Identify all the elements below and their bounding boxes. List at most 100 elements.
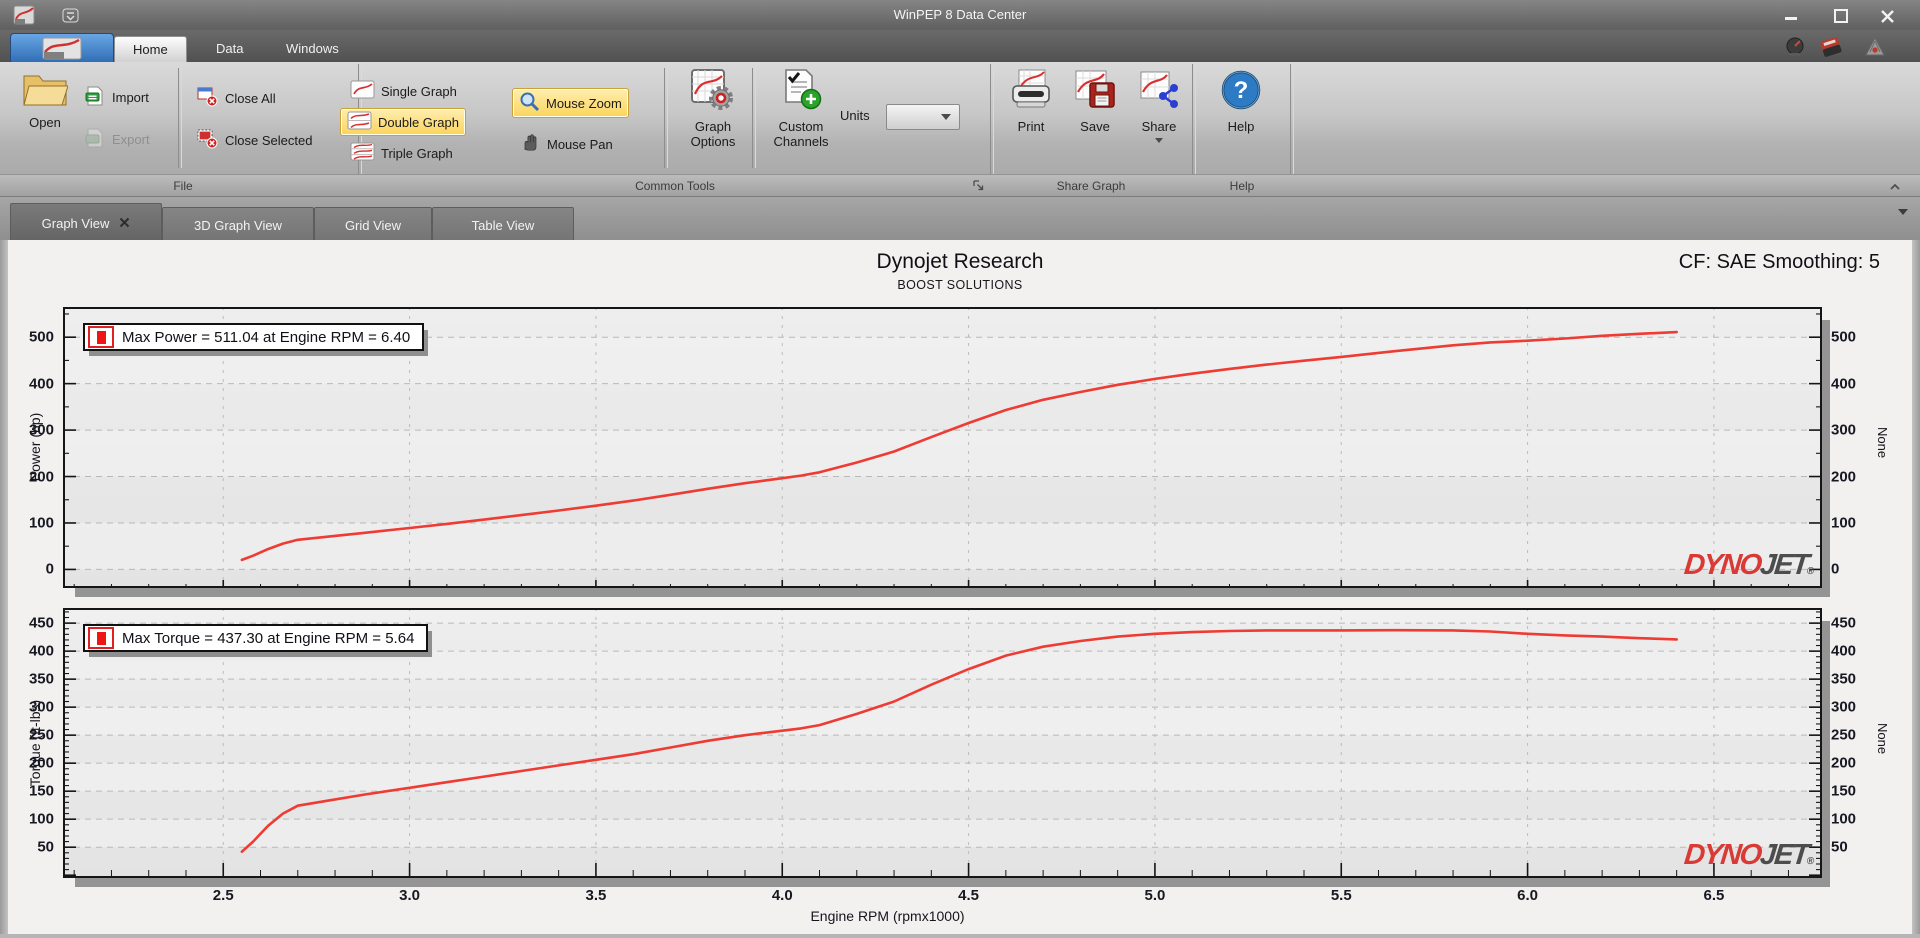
minimize-button[interactable] [1776, 8, 1806, 24]
y2-tick-label: 300 [1831, 698, 1857, 716]
y-tick-label: 350 [28, 670, 54, 688]
emblem-icon[interactable] [1862, 34, 1888, 60]
doc-tab-grid-view[interactable]: Grid View [314, 207, 432, 242]
units-dropdown[interactable] [886, 104, 960, 130]
y2-tick-label: 150 [1831, 782, 1857, 800]
close-all-icon [196, 86, 219, 110]
close-selected-button[interactable]: Close Selected [190, 126, 318, 154]
double-graph-button[interactable]: Double Graph [340, 108, 466, 136]
tab-windows[interactable]: Windows [268, 36, 357, 62]
single-graph-icon [350, 80, 375, 102]
dynojet-watermark: DYNOJET® [1682, 549, 1815, 581]
y-tick-label: 150 [28, 782, 54, 800]
y2-tick-label: 400 [1831, 642, 1857, 660]
maximize-button[interactable] [1826, 8, 1856, 24]
y2-tick-label: 350 [1831, 670, 1857, 688]
tab-overflow-icon[interactable] [1898, 209, 1908, 233]
x-tick-label: 6.0 [1517, 887, 1539, 904]
y-tick-label: 500 [28, 328, 54, 346]
y-tick-label: 450 [28, 614, 54, 632]
dialog-launcher-icon[interactable] [972, 179, 985, 197]
close-tab-icon[interactable] [119, 216, 130, 231]
magnifier-icon [519, 91, 540, 115]
ribbon: Open Import Export Close All Close Selec… [0, 62, 1920, 197]
y2-tick-label: 400 [1831, 375, 1857, 393]
export-csv-icon [84, 128, 106, 151]
open-folder-icon [22, 70, 69, 111]
import-button[interactable]: Import [78, 84, 155, 111]
triple-graph-icon [350, 142, 375, 164]
chevron-down-icon [941, 114, 951, 120]
single-graph-button[interactable]: Single Graph [344, 78, 463, 104]
window-title: WinPEP 8 Data Center [893, 7, 1027, 22]
export-button[interactable]: Export [78, 126, 156, 153]
power-chart[interactable]: Max Power = 511.04 at Engine RPM = 6.40 … [27, 307, 1890, 588]
y-tick-label: 50 [37, 838, 54, 856]
x-axis-title: Engine RPM (rpmx1000) [810, 908, 965, 924]
x-tick-label: 3.5 [585, 887, 607, 904]
y2-tick-label: 500 [1831, 328, 1857, 346]
doc-tab-graph-view[interactable]: Graph View [10, 203, 162, 242]
units-label: Units [840, 108, 870, 123]
y2-tick-label: 200 [1831, 754, 1857, 772]
torque-right-axis-title: None [1875, 723, 1890, 755]
x-tick-label: 3.0 [399, 887, 421, 904]
device-icon[interactable] [1818, 34, 1844, 60]
close-all-button[interactable]: Close All [190, 84, 282, 112]
save-icon [1073, 68, 1117, 115]
x-tick-label: 5.0 [1144, 887, 1166, 904]
doc-tab-table-view[interactable]: Table View [432, 207, 574, 242]
open-button[interactable]: Open [16, 70, 74, 130]
title-bar: WinPEP 8 Data Center [0, 0, 1920, 31]
close-button[interactable] [1872, 8, 1902, 24]
chart-header-subtitle: BOOST SOLUTIONS [897, 278, 1023, 292]
x-tick-label: 4.0 [771, 887, 793, 904]
y-tick-label: 400 [28, 375, 54, 393]
hand-pan-icon [520, 132, 541, 156]
print-button[interactable]: Print [1002, 68, 1060, 134]
x-tick-label: 6.5 [1703, 887, 1725, 904]
ribbon-separator [752, 68, 756, 168]
share-button[interactable]: Share [1128, 68, 1190, 143]
mouse-pan-button[interactable]: Mouse Pan [514, 130, 619, 158]
y2-tick-label: 100 [1831, 514, 1857, 532]
application-menu-button[interactable] [10, 33, 114, 64]
torque-chart[interactable]: Max Torque = 437.30 at Engine RPM = 5.64… [27, 608, 1890, 924]
y2-tick-label: 100 [1831, 810, 1857, 828]
gauge-icon[interactable] [1782, 34, 1808, 60]
y-tick-label: 300 [28, 698, 54, 716]
y-tick-label: 200 [28, 468, 54, 486]
y-tick-label: 100 [28, 810, 54, 828]
x-tick-label: 2.5 [212, 887, 234, 904]
y2-tick-label: 50 [1831, 838, 1848, 856]
series-swatch [88, 627, 114, 649]
tab-home[interactable]: Home [114, 36, 187, 63]
custom-channels-button[interactable]: Custom Channels [762, 68, 840, 149]
custom-channels-icon [778, 68, 824, 115]
y2-tick-label: 300 [1831, 421, 1857, 439]
y-tick-label: 300 [28, 421, 54, 439]
window-frame-left [0, 240, 8, 938]
import-csv-icon [84, 86, 106, 109]
help-icon: ? [1219, 68, 1263, 115]
tab-data[interactable]: Data [198, 36, 261, 62]
graph-options-button[interactable]: Graph Options [676, 68, 750, 149]
help-button[interactable]: ? Help [1212, 68, 1270, 134]
ribbon-separator [664, 68, 668, 168]
power-legend: Max Power = 511.04 at Engine RPM = 6.40 [83, 323, 425, 351]
group-label-file: File [173, 179, 193, 193]
doc-tab-3d-graph-view[interactable]: 3D Graph View [162, 207, 314, 242]
y-tick-label: 200 [28, 754, 54, 772]
share-icon [1137, 68, 1181, 115]
graph-options-icon [690, 68, 736, 115]
share-dropdown-icon [1155, 138, 1163, 143]
y-tick-label: 100 [28, 514, 54, 532]
document-tab-strip: Graph View 3D Graph View Grid View Table… [0, 196, 1920, 242]
ribbon-separator [178, 68, 182, 168]
ribbon-tab-row: Home Data Windows [0, 30, 1920, 64]
triple-graph-button[interactable]: Triple Graph [344, 140, 459, 166]
mouse-zoom-button[interactable]: Mouse Zoom [512, 88, 629, 118]
save-button[interactable]: Save [1066, 68, 1124, 134]
power-right-axis-title: None [1875, 427, 1890, 459]
y-tick-label: 0 [45, 560, 54, 578]
